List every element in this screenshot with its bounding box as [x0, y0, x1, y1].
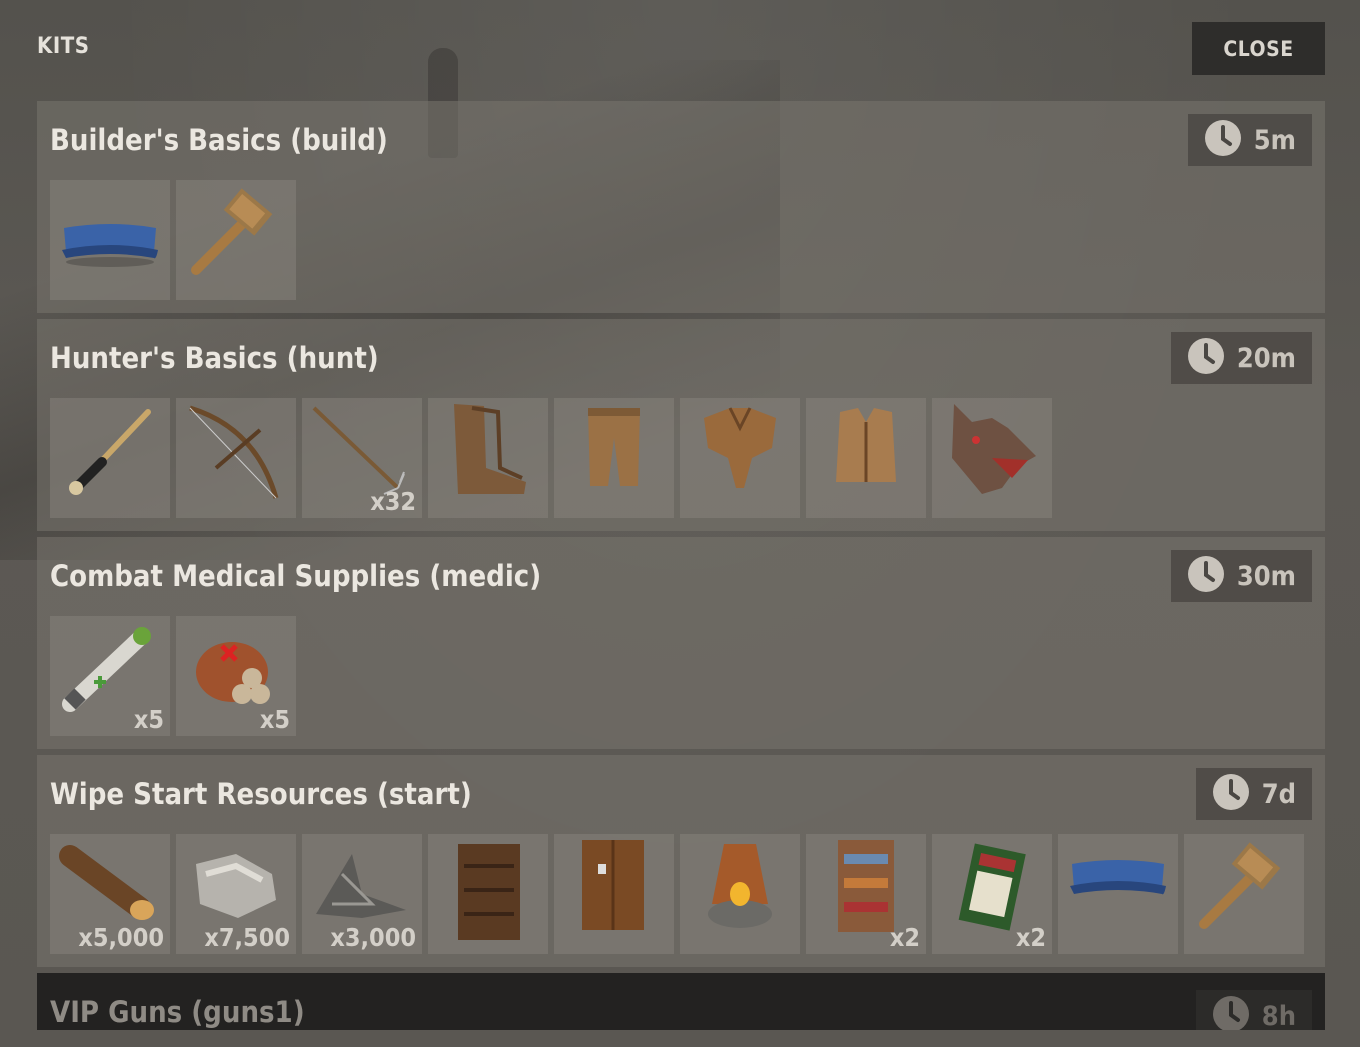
- cooldown-badge: 7d: [1195, 768, 1312, 820]
- cooldown-text: 8h: [1261, 1000, 1296, 1031]
- item-slot[interactable]: [176, 180, 296, 300]
- kit-item-list: x5 x5: [50, 616, 296, 736]
- cooldown-badge: 30m: [1170, 550, 1312, 602]
- item-slot[interactable]: [428, 834, 548, 954]
- kit-title: Wipe Start Resources (start): [50, 777, 472, 811]
- kit-item-list: x5,000 x7,500 x3,000 x2 x2: [50, 834, 1304, 954]
- clock-icon: [1204, 119, 1242, 161]
- cooldown-text: 30m: [1236, 560, 1296, 592]
- cooldown-badge: 8h: [1195, 990, 1312, 1031]
- item-slot[interactable]: [50, 180, 170, 300]
- item-slot[interactable]: [50, 398, 170, 518]
- kit-title: VIP Guns (guns1): [50, 995, 305, 1029]
- item-slot[interactable]: x5: [50, 616, 170, 736]
- item-slot[interactable]: x2: [806, 834, 926, 954]
- kit-item-list: x32: [50, 398, 1052, 518]
- cooldown-badge: 5m: [1187, 114, 1312, 166]
- cooldown-text: 7d: [1261, 778, 1296, 810]
- item-quantity: x7,500: [204, 923, 290, 952]
- cooldown-text: 20m: [1236, 342, 1296, 374]
- item-slot[interactable]: [680, 834, 800, 954]
- kit-title: Combat Medical Supplies (medic): [50, 559, 542, 593]
- close-button[interactable]: CLOSE: [1192, 22, 1325, 75]
- kit-panel-medic[interactable]: Combat Medical Supplies (medic) 30m x5 x…: [37, 537, 1325, 749]
- cooldown-text: 5m: [1253, 124, 1296, 156]
- item-slot[interactable]: [554, 834, 674, 954]
- kit-item-list: [50, 180, 296, 300]
- clock-icon: [1212, 773, 1250, 815]
- item-slot[interactable]: [428, 398, 548, 518]
- item-quantity: x5: [259, 705, 290, 734]
- item-slot[interactable]: x32: [302, 398, 422, 518]
- item-slot[interactable]: x5,000: [50, 834, 170, 954]
- item-quantity: x2: [889, 923, 920, 952]
- item-slot[interactable]: x3,000: [302, 834, 422, 954]
- cooldown-badge: 20m: [1170, 332, 1312, 384]
- item-quantity: x32: [370, 487, 416, 516]
- item-slot[interactable]: [554, 398, 674, 518]
- item-slot[interactable]: [176, 398, 296, 518]
- item-quantity: x3,000: [330, 923, 416, 952]
- item-slot[interactable]: [806, 398, 926, 518]
- kit-panel-guns1[interactable]: VIP Guns (guns1) 8h: [37, 973, 1325, 1030]
- item-quantity: x5: [133, 705, 164, 734]
- item-slot[interactable]: x5: [176, 616, 296, 736]
- item-slot[interactable]: [680, 398, 800, 518]
- item-slot[interactable]: [1058, 834, 1178, 954]
- item-slot[interactable]: x7,500: [176, 834, 296, 954]
- item-slot[interactable]: x2: [932, 834, 1052, 954]
- kit-panel-hunt[interactable]: Hunter's Basics (hunt) 20m x32: [37, 319, 1325, 531]
- item-quantity: x5,000: [78, 923, 164, 952]
- kit-title: Hunter's Basics (hunt): [50, 341, 379, 375]
- clock-icon: [1212, 995, 1250, 1030]
- kit-panel-start[interactable]: Wipe Start Resources (start) 7d x5,000 x…: [37, 755, 1325, 967]
- item-quantity: x2: [1015, 923, 1046, 952]
- clock-icon: [1187, 337, 1225, 379]
- item-slot[interactable]: [1184, 834, 1304, 954]
- clock-icon: [1187, 555, 1225, 597]
- kit-panel-build[interactable]: Builder's Basics (build) 5m: [37, 101, 1325, 313]
- kit-title: Builder's Basics (build): [50, 123, 388, 157]
- page-title: KITS: [37, 34, 90, 59]
- item-slot[interactable]: [932, 398, 1052, 518]
